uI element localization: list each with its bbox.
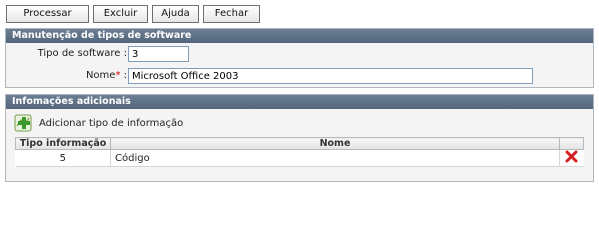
name-input[interactable] — [128, 68, 533, 84]
add-info-type-label: Adicionar tipo de informação — [39, 117, 184, 129]
info-types-table: Tipo informação Nome 5 Código — [15, 137, 584, 167]
delete-row-button[interactable] — [559, 149, 584, 167]
add-info-type-button[interactable]: Adicionar tipo de informação — [14, 114, 183, 132]
name-label: Nome* : — [85, 70, 127, 81]
cell-nome: Código — [110, 149, 560, 167]
maintenance-panel-title: Manutenção de tipos de software — [6, 29, 593, 43]
software-type-input[interactable] — [128, 46, 189, 62]
software-type-label: Tipo de software : — [37, 48, 127, 59]
extra-info-panel: Infomações adicionais Adicionar tipo de … — [5, 94, 594, 182]
add-plus-icon — [14, 114, 32, 132]
processar-button[interactable]: Processar — [6, 5, 89, 23]
name-row: Nome* : — [6, 68, 127, 84]
col-header-nome: Nome — [110, 137, 560, 150]
excluir-button[interactable]: Excluir — [93, 5, 148, 23]
table-row: 5 Código — [15, 149, 584, 167]
toolbar: Processar Excluir Ajuda Fechar — [6, 5, 260, 23]
col-header-actions — [559, 137, 584, 150]
delete-x-icon — [565, 150, 578, 163]
cell-tipo: 5 — [15, 149, 111, 167]
software-type-row: Tipo de software : — [6, 46, 127, 62]
table-header-row: Tipo informação Nome — [15, 137, 584, 150]
col-header-tipo: Tipo informação — [15, 137, 111, 150]
extra-info-panel-title: Infomações adicionais — [6, 95, 593, 109]
maintenance-panel: Manutenção de tipos de software Tipo de … — [5, 28, 594, 88]
ajuda-button[interactable]: Ajuda — [152, 5, 199, 23]
fechar-button[interactable]: Fechar — [203, 5, 260, 23]
